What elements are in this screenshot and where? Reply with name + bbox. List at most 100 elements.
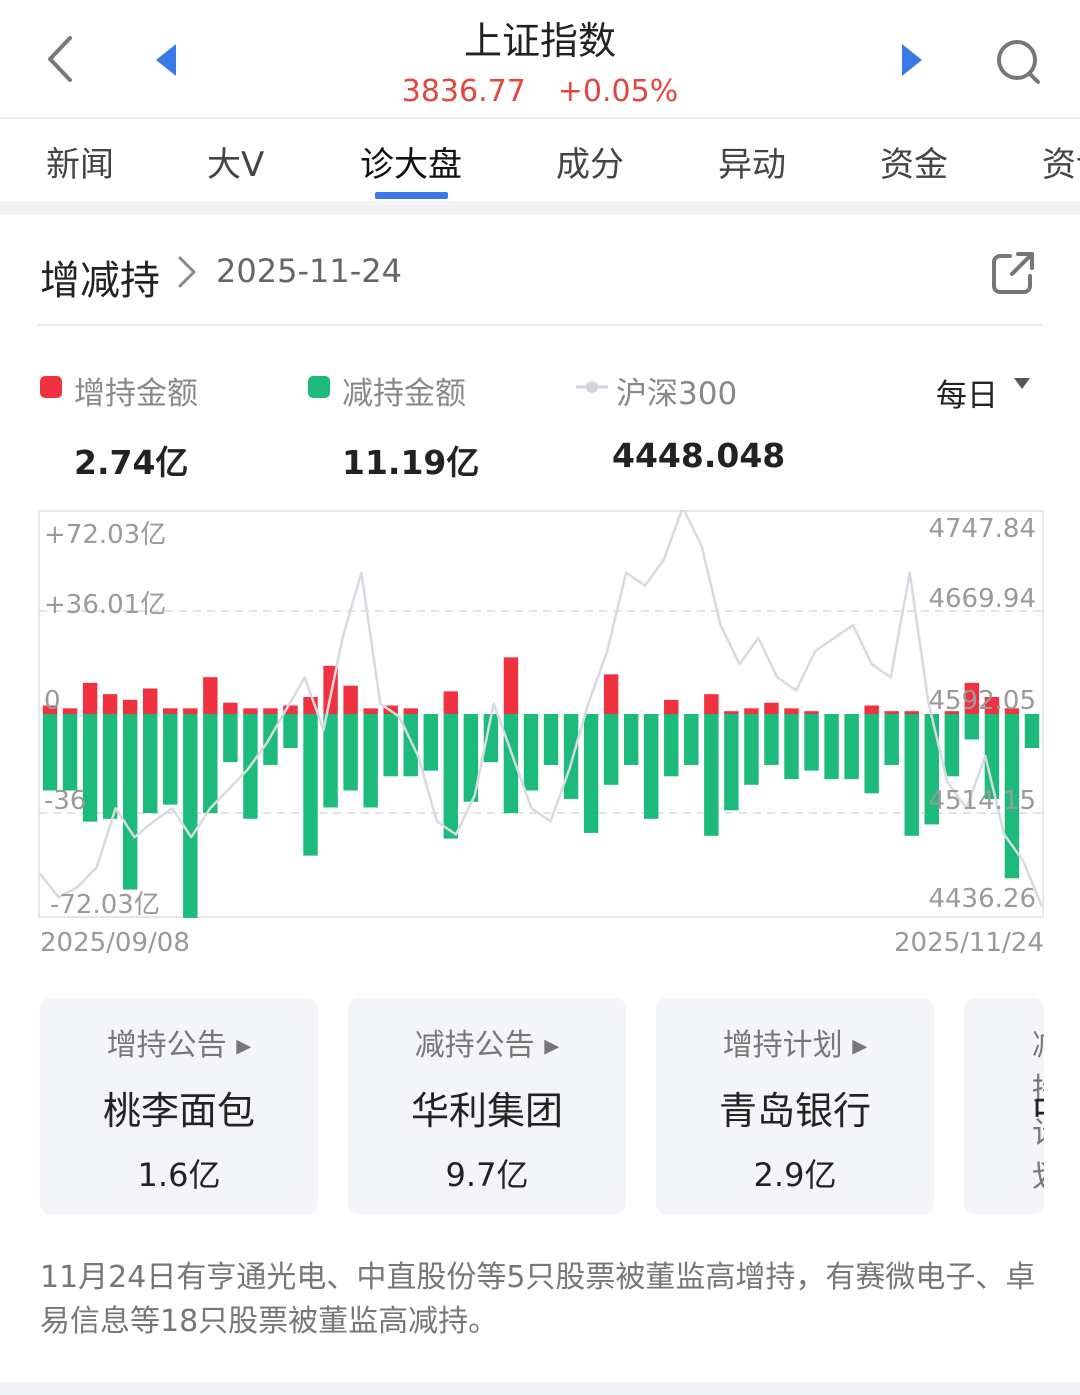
increase-bar [764, 702, 779, 714]
decrease-bar [203, 714, 218, 814]
summary-text: 11月24日有亨通光电、中直股份等5只股票被董监高增持，有赛微电子、卓易信息等1… [40, 1260, 1036, 1339]
right-axis-label: 4747.84 [928, 514, 1036, 544]
decrease-bar [143, 714, 158, 814]
increase-amount: 2.74亿 [74, 443, 189, 482]
decrease-bar [944, 714, 960, 777]
increase-bar [503, 657, 519, 714]
decrease-bar [844, 714, 859, 780]
decrease-plan-card[interactable]: 减持计划 中 [964, 998, 1044, 1214]
increase-bar [864, 705, 879, 714]
left-axis-label: -36 [44, 786, 87, 816]
tab-news[interactable]: 新闻 [46, 137, 114, 186]
right-axis-label: 4514.15 [928, 786, 1036, 816]
decrease-bar [884, 714, 899, 765]
stock-name: 中 [1032, 1080, 1044, 1135]
quote-row: 3836.77 +0.05% [340, 74, 740, 109]
increase-legend-label: 增持金额 [74, 376, 198, 412]
active-tab-indicator [375, 192, 448, 199]
decrease-bar [263, 714, 278, 765]
decrease-bar [744, 714, 759, 785]
decrease-bar [684, 714, 699, 765]
page-title: 上证指数 [463, 19, 616, 63]
period-selector[interactable]: 每日 [936, 370, 998, 415]
tab-big-v[interactable]: 大V [207, 137, 264, 186]
increase-bar [884, 711, 899, 714]
card-label: 增持公告 ▸ [106, 1028, 252, 1063]
tab-market-diagnosis[interactable]: 诊大盘 [360, 137, 462, 186]
decrease-bar [283, 714, 298, 748]
increase-bar [102, 694, 118, 714]
decrease-bar [122, 714, 138, 890]
decrease-bar [163, 714, 178, 805]
left-axis-label: 0 [44, 686, 61, 716]
decrease-bar [523, 714, 539, 791]
increase-bar [203, 677, 218, 714]
increase-bar [343, 685, 358, 714]
stock-amount: 1.6亿 [137, 1156, 221, 1194]
increase-plan-card[interactable]: 增持计划 ▸ 青岛银行 2.9亿 [656, 998, 934, 1214]
decrease-bar [363, 714, 378, 808]
left-axis-label: +72.03亿 [44, 520, 167, 550]
decrease-bar [563, 714, 579, 799]
increase-bar [804, 711, 819, 714]
decrease-legend-label: 减持金额 [342, 376, 466, 412]
share-icon[interactable] [988, 248, 1038, 298]
increase-bar [82, 682, 98, 714]
bottom-separator [0, 1382, 1080, 1395]
index-value: 4448.048 [612, 436, 786, 475]
tab-info[interactable]: 资讯 [1042, 137, 1080, 186]
card-title[interactable]: 增减持 [40, 248, 160, 306]
index-price: 3836.77 [401, 74, 526, 109]
decrease-bar [704, 714, 719, 836]
right-axis-label: 4669.94 [928, 584, 1036, 614]
decrease-bar [303, 714, 318, 856]
tab-movements[interactable]: 异动 [718, 137, 786, 186]
increase-bar [223, 702, 238, 714]
decrease-bar [664, 714, 679, 777]
back-icon[interactable] [42, 32, 82, 86]
index-legend-label: 沪深300 [616, 376, 738, 412]
decrease-bar [724, 714, 739, 811]
increase-bar [603, 674, 619, 714]
increase-bar [443, 691, 459, 714]
increase-announcement-card[interactable]: 增持公告 ▸ 桃李面包 1.6亿 [40, 998, 318, 1214]
increase-bar [363, 708, 378, 714]
x-axis-start-date: 2025/09/08 [40, 928, 190, 958]
decrease-bar [423, 714, 438, 771]
decrease-bar [804, 714, 819, 771]
decrease-bar [42, 714, 58, 791]
decrease-announcement-card[interactable]: 减持公告 ▸ 华利集团 9.7亿 [348, 998, 626, 1214]
previous-index-icon[interactable] [150, 40, 182, 80]
decrease-bar [583, 714, 599, 833]
increase-bar [122, 699, 138, 714]
tab-constituents[interactable]: 成分 [556, 137, 624, 186]
search-icon[interactable] [990, 34, 1046, 90]
decrease-bar [183, 714, 198, 918]
chevron-right-icon[interactable] [174, 252, 200, 292]
decrease-bar [343, 714, 358, 791]
index-legend-icon [576, 376, 608, 398]
decrease-bar [784, 714, 799, 780]
card-label: 增持计划 ▸ [722, 1028, 868, 1063]
section-separator [0, 201, 1080, 215]
x-axis-end-date: 2025/11/24 [894, 928, 1044, 958]
increase-bar [183, 708, 198, 714]
decrease-bar [323, 714, 338, 808]
tab-bar: 新闻 大V 诊大盘 成分 异动 资金 资讯 [0, 119, 1080, 203]
increase-bar [904, 711, 919, 714]
decrease-bar [1024, 714, 1040, 748]
decrease-bar [904, 714, 919, 836]
right-axis-label: 4436.26 [928, 884, 1036, 914]
increase-bar [664, 699, 679, 714]
increase-bar [724, 711, 739, 714]
decrease-bar [644, 714, 659, 819]
decrease-legend-swatch [308, 376, 330, 398]
next-index-icon[interactable] [896, 40, 928, 80]
decrease-bar [223, 714, 238, 763]
decrease-bar [102, 714, 118, 819]
increase-bar [263, 708, 278, 714]
increase-bar [403, 708, 418, 714]
header-bar: 上证指数 3836.77 +0.05% [0, 0, 1080, 118]
tab-funds[interactable]: 资金 [880, 137, 948, 186]
caret-down-icon[interactable] [1012, 376, 1032, 392]
